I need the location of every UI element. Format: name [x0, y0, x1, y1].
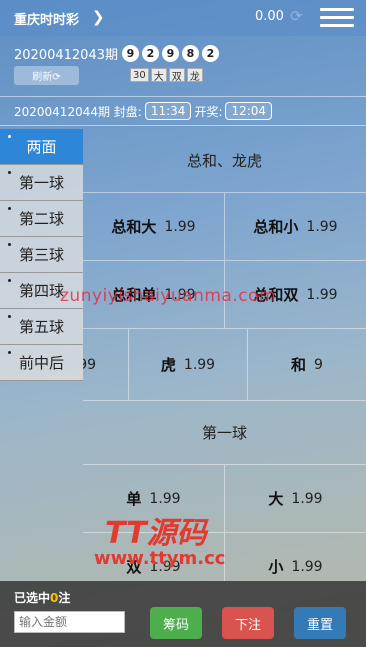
open-label: 开奖:: [194, 104, 223, 119]
last-draw: 20200412043期 9 2 9 8 2: [14, 44, 222, 63]
result-tag: 大: [150, 68, 167, 83]
sidebar-item-label: 第五球: [18, 318, 64, 336]
bet-name: 和: [291, 356, 307, 374]
result-tag: 龙: [186, 68, 203, 83]
refresh-balance-icon[interactable]: ⟳: [290, 7, 303, 25]
result-ball: 2: [201, 45, 219, 62]
watermark-text: zunyiyishaiyuanma.com: [60, 286, 277, 306]
result-tag: 双: [168, 68, 185, 83]
bet-name: 总和大: [111, 218, 157, 236]
chevron-right-icon[interactable]: ❯: [92, 8, 105, 26]
bet-option[interactable]: 大 1.99: [225, 465, 366, 532]
open-time: 12:04: [225, 102, 273, 120]
result-tag: 30: [130, 68, 149, 82]
sidebar-item-label: 第一球: [18, 174, 64, 192]
sidebar-item-label: 第二球: [18, 210, 64, 228]
next-draw-bar: 20200412044期 封盘: 11:34 开奖: 12:04: [0, 96, 366, 126]
bet-row: 总和大 1.99 总和小 1.99: [83, 193, 366, 261]
draw-period: 20200412043期: [14, 48, 118, 63]
sidebar: 两面 第一球 第二球 第三球 第四球 第五球 前中后: [0, 129, 83, 381]
selected-count-text: 已选中0注: [14, 589, 70, 606]
bet-odds: 1.99: [306, 286, 338, 303]
bet-name: 虎: [160, 356, 176, 374]
balance-value: 0.00: [255, 9, 284, 24]
sidebar-item-two-sides[interactable]: 两面: [0, 129, 83, 165]
bet-odds: 1.99: [291, 558, 323, 575]
bet-odds: 1.99: [306, 218, 338, 235]
game-title[interactable]: 重庆时时彩: [14, 9, 79, 28]
bet-option[interactable]: 小 1.99: [225, 533, 366, 581]
sidebar-item-ball-1[interactable]: 第一球: [0, 165, 83, 201]
bet-odds: 1.99: [149, 490, 181, 507]
result-ball: 9: [121, 45, 139, 62]
top-header: 重庆时时彩 ❯ 0.00 ⟳: [0, 0, 366, 36]
bet-odds: 1.99: [183, 356, 216, 373]
refresh-button[interactable]: 刷新⟳: [14, 66, 79, 85]
sidebar-item-label: 两面: [26, 138, 57, 156]
bet-option[interactable]: 总和小 1.99: [225, 193, 366, 260]
close-time: 11:34: [144, 102, 192, 120]
bet-row-dragon-tiger: 龙1.99 虎 1.99 和9: [83, 329, 366, 401]
reset-button[interactable]: 重置: [294, 607, 346, 639]
bet-option[interactable]: 和9: [248, 329, 366, 400]
sidebar-item-label: 前中后: [18, 354, 64, 372]
sidebar-item-ball-3[interactable]: 第三球: [0, 237, 83, 273]
section-title-ball-1: 第一球: [83, 401, 366, 465]
menu-icon[interactable]: [320, 8, 354, 28]
sidebar-item-label: 第三球: [18, 246, 64, 264]
sidebar-item-front-mid-back[interactable]: 前中后: [0, 345, 83, 381]
watermark-logo: TT源码: [105, 516, 207, 551]
result-ball: 2: [141, 45, 159, 62]
selected-suffix: 注: [58, 591, 71, 605]
bet-name: 大: [268, 490, 284, 508]
chips-button[interactable]: 筹码: [150, 607, 202, 639]
bet-odds: 1.99: [83, 356, 97, 373]
next-period-label: 20200412044期 封盘:: [14, 104, 142, 119]
bet-odds: 9: [314, 356, 323, 373]
draw-tags: 30 大 双 龙: [130, 68, 205, 83]
bet-option[interactable]: 龙1.99: [83, 329, 129, 400]
bet-option[interactable]: 虎 1.99: [129, 329, 248, 400]
bet-footer: 已选中0注 筹码 下注 重置: [0, 581, 366, 647]
result-ball: 9: [161, 45, 179, 62]
place-bet-button[interactable]: 下注: [222, 607, 274, 639]
draw-balls: 9 2 9 8 2: [121, 45, 222, 62]
sidebar-item-label: 第四球: [18, 282, 64, 300]
section-title-sum: 总和、龙虎: [83, 129, 366, 193]
bet-odds: 1.99: [164, 218, 196, 235]
sidebar-item-ball-2[interactable]: 第二球: [0, 201, 83, 237]
selected-prefix: 已选中: [14, 591, 51, 605]
bet-odds: 1.99: [291, 490, 323, 507]
bet-name: 总和小: [253, 218, 299, 236]
bet-option[interactable]: 总和大 1.99: [83, 193, 225, 260]
amount-input[interactable]: [14, 611, 125, 633]
sidebar-item-ball-5[interactable]: 第五球: [0, 309, 83, 345]
result-ball: 8: [181, 45, 199, 62]
bet-name: 小: [268, 558, 284, 576]
watermark-url: www.ttym.cc: [94, 548, 226, 569]
bet-name: 单: [126, 490, 142, 508]
